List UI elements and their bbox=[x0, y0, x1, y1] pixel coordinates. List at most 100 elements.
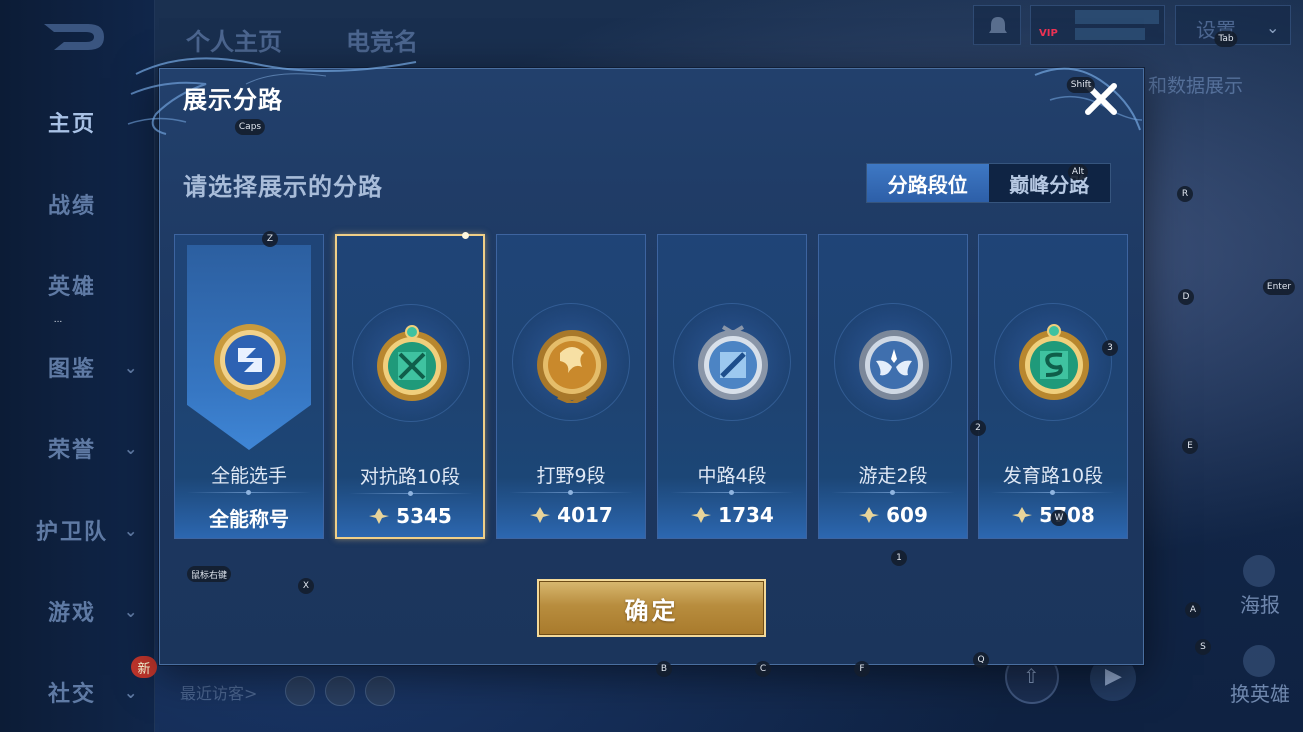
lane-card-score: 全能称号 bbox=[175, 503, 323, 532]
visitor-avatar[interactable] bbox=[365, 676, 395, 706]
nav-item-label: 英雄 bbox=[48, 275, 97, 300]
nav-item-label: 荣誉 bbox=[48, 438, 97, 463]
mid-lane-emblem-icon bbox=[698, 325, 768, 400]
divider bbox=[349, 491, 473, 496]
key-hint: Tab bbox=[1214, 31, 1238, 47]
rank-points-icon bbox=[530, 507, 551, 523]
key-hint: 3 bbox=[1102, 340, 1118, 356]
key-hint: 2 bbox=[970, 420, 986, 436]
lane-card-roam[interactable]: 游走2段 609 bbox=[818, 234, 968, 539]
nav-item-label: 游戏 bbox=[48, 601, 97, 626]
lane-card-farm[interactable]: 发育路10段 5708 bbox=[978, 234, 1128, 539]
lane-card-score-text: 全能称号 bbox=[209, 507, 289, 531]
nav-item-codex[interactable]: 图鉴 ⌄ bbox=[0, 347, 155, 387]
lane-card-score: 4017 bbox=[497, 503, 645, 527]
chevron-down-icon: ⌄ bbox=[1266, 18, 1280, 37]
key-hint: Q bbox=[973, 652, 989, 668]
lane-card-name: 全能选手 bbox=[210, 465, 287, 487]
key-hint: F bbox=[854, 661, 870, 677]
nav-item-games[interactable]: 游戏 ⌄ bbox=[0, 591, 155, 631]
farm-lane-emblem-icon bbox=[1019, 324, 1089, 400]
key-hint: ... bbox=[53, 315, 63, 325]
notification-button[interactable] bbox=[973, 5, 1021, 45]
toggle-lane-rank[interactable]: 分路段位 bbox=[867, 164, 989, 202]
key-hint: S bbox=[1195, 639, 1211, 655]
lane-card-clash[interactable]: 对抗路10段 5345 bbox=[335, 232, 485, 539]
play-icon: ▶ bbox=[1105, 664, 1122, 689]
change-hero-button[interactable]: 换英雄 bbox=[1230, 678, 1290, 707]
dialog-subtitle: 请选择展示的分路 bbox=[183, 173, 383, 201]
allround-emblem-icon bbox=[214, 324, 286, 400]
poster-icon bbox=[1243, 555, 1275, 587]
vip-panel[interactable]: VIP bbox=[1030, 5, 1165, 45]
clash-lane-emblem-icon bbox=[377, 325, 447, 401]
rank-points-icon bbox=[369, 508, 390, 524]
divider bbox=[991, 490, 1115, 495]
lane-card-name: 发育路10段 bbox=[1002, 465, 1104, 487]
key-hint: 1 bbox=[891, 550, 907, 566]
tab-esports[interactable]: 电竞名 bbox=[346, 22, 418, 57]
lane-card-name: 打野9段 bbox=[536, 465, 606, 487]
chevron-down-icon: ⌄ bbox=[124, 601, 140, 621]
rank-points-icon bbox=[1012, 507, 1033, 523]
bell-icon bbox=[989, 17, 1007, 33]
nav-item-honor[interactable]: 荣誉 ⌄ bbox=[0, 428, 155, 468]
lane-card-score-text: 609 bbox=[886, 503, 928, 527]
nav-item-guard-team[interactable]: 护卫队 ⌄ bbox=[0, 510, 155, 550]
nav-item-records[interactable]: 战绩 bbox=[0, 184, 155, 224]
nav-item-label: 社交 bbox=[48, 682, 97, 707]
tab-profile[interactable]: 个人主页 bbox=[186, 22, 282, 57]
nav-item-heroes[interactable]: 英雄 bbox=[0, 265, 155, 305]
chevron-down-icon: ⌄ bbox=[124, 438, 140, 458]
poster-button[interactable]: 海报 bbox=[1240, 589, 1280, 618]
back-logo-icon[interactable] bbox=[40, 20, 108, 54]
visitor-avatar[interactable] bbox=[325, 676, 355, 706]
lane-card-name: 中路4段 bbox=[697, 465, 767, 487]
key-hint: B bbox=[656, 661, 672, 677]
nav-item-label: 战绩 bbox=[48, 194, 97, 219]
lane-card-mid[interactable]: 中路4段 1734 bbox=[657, 234, 807, 539]
confirm-button[interactable]: 确定 bbox=[537, 579, 766, 637]
lane-card-allround[interactable]: 全能选手 全能称号 bbox=[174, 234, 324, 539]
lane-card-score: 1734 bbox=[658, 503, 806, 527]
chevron-down-icon: ⌄ bbox=[124, 357, 140, 377]
key-hint: Z bbox=[262, 231, 278, 247]
dialog-title: 展示分路 bbox=[183, 86, 283, 114]
key-hint: Shift bbox=[1066, 77, 1096, 93]
lane-card-jungle[interactable]: 打野9段 4017 bbox=[496, 234, 646, 539]
new-badge: 新 bbox=[131, 656, 157, 678]
change-hero-icon bbox=[1243, 645, 1275, 677]
vip-label: VIP bbox=[1039, 28, 1058, 39]
recent-visitors-link[interactable]: 最近访客> bbox=[180, 680, 257, 704]
lane-card-name: 对抗路10段 bbox=[359, 466, 461, 488]
nav-item-label: 护卫队 bbox=[36, 520, 109, 545]
key-hint: Caps bbox=[234, 119, 266, 135]
nav-item-label: 图鉴 bbox=[48, 357, 97, 382]
divider bbox=[670, 490, 794, 495]
key-hint: X bbox=[298, 578, 314, 594]
key-hint: D bbox=[1178, 289, 1194, 305]
visitor-avatar[interactable] bbox=[285, 676, 315, 706]
rank-points-icon bbox=[691, 507, 712, 523]
key-hint: Enter bbox=[1262, 279, 1296, 295]
lane-card-score: 609 bbox=[819, 503, 967, 527]
key-hint: Alt bbox=[1067, 164, 1089, 180]
lane-card-score-text: 4017 bbox=[557, 503, 613, 527]
jungle-emblem-icon bbox=[537, 330, 607, 403]
roam-emblem-icon bbox=[859, 330, 929, 400]
lane-card-score: 5345 bbox=[337, 504, 483, 528]
data-display-label[interactable]: 和数据展示 bbox=[1148, 71, 1243, 98]
divider bbox=[831, 490, 955, 495]
lane-card-name: 游走2段 bbox=[858, 465, 928, 487]
key-hint: A bbox=[1185, 602, 1201, 618]
key-hint: E bbox=[1182, 438, 1198, 454]
divider bbox=[187, 490, 311, 495]
chevron-down-icon: ⌄ bbox=[124, 520, 140, 540]
nav-item-social[interactable]: 社交 ⌄ bbox=[0, 672, 155, 712]
nav-item-label: 主页 bbox=[48, 112, 97, 137]
divider bbox=[509, 490, 633, 495]
lane-card-score-text: 1734 bbox=[718, 503, 774, 527]
toggle-peak-lane[interactable]: 巅峰分路 bbox=[989, 164, 1111, 202]
key-hint: C bbox=[755, 661, 771, 677]
lane-card-score-text: 5345 bbox=[396, 504, 452, 528]
